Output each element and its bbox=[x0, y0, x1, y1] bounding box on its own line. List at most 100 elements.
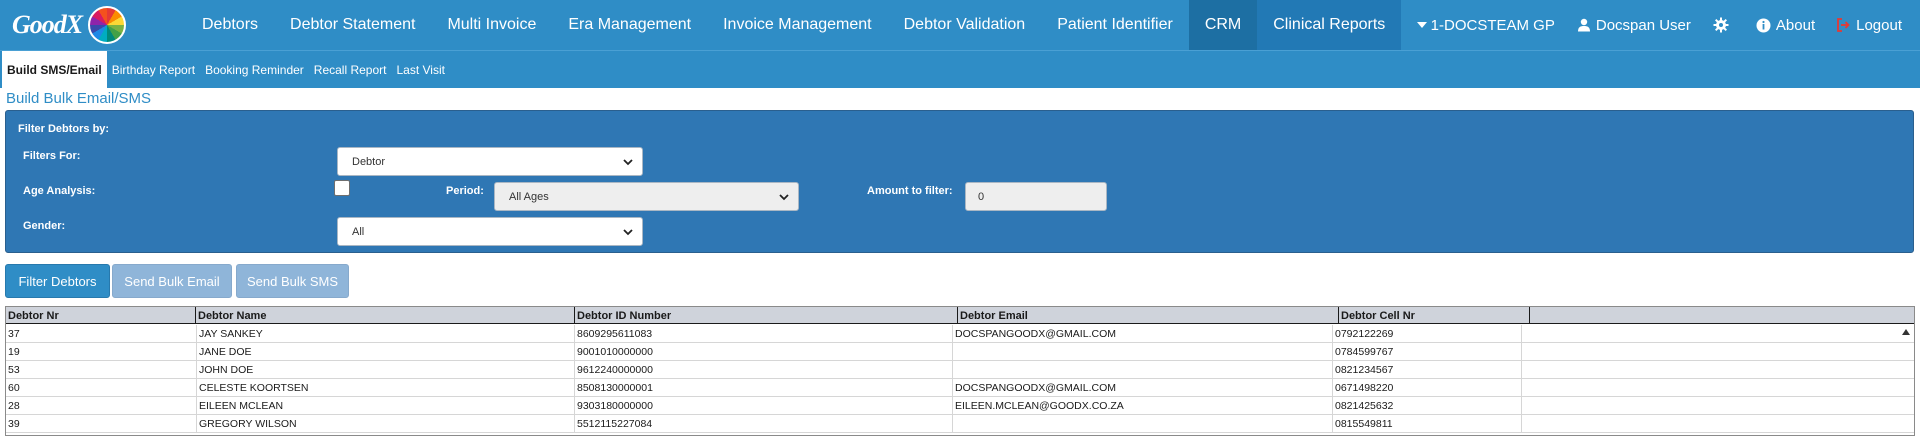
nav-right: 1-DOCSTEAM GP Docspan User About Logout bbox=[1406, 0, 1920, 50]
nav-debtor-statement[interactable]: Debtor Statement bbox=[274, 0, 431, 50]
nav-debtors[interactable]: Debtors bbox=[186, 0, 274, 50]
cell-debtor-id: 9612240000000 bbox=[575, 361, 953, 379]
nav-clinical-reports[interactable]: Clinical Reports bbox=[1257, 0, 1402, 50]
logout-icon bbox=[1837, 18, 1851, 32]
cell-debtor-name: JANE DOE bbox=[197, 343, 575, 361]
cell-debtor-cell: 0821234567 bbox=[1333, 361, 1522, 379]
cell-empty bbox=[1522, 343, 1914, 361]
table-row[interactable]: 39 GREGORY WILSON 5512115227084 08155498… bbox=[6, 415, 1914, 433]
filter-debtors-button[interactable]: Filter Debtors bbox=[5, 264, 110, 298]
page-title: Build Bulk Email/SMS bbox=[6, 90, 152, 107]
cell-debtor-nr: 37 bbox=[6, 325, 197, 343]
user-icon bbox=[1577, 18, 1591, 32]
cell-debtor-email: DOCSPANGOODX@GMAIL.COM bbox=[953, 379, 1333, 397]
cell-debtor-cell: 0671498220 bbox=[1333, 379, 1522, 397]
subnav-recall-report[interactable]: Recall Report bbox=[309, 51, 392, 88]
cell-debtor-nr: 28 bbox=[6, 397, 197, 415]
subnav-booking-reminder[interactable]: Booking Reminder bbox=[200, 51, 309, 88]
cell-debtor-cell: 0815549811 bbox=[1333, 415, 1522, 433]
cell-debtor-email: DOCSPANGOODX@GMAIL.COM bbox=[953, 325, 1333, 343]
cell-debtor-id: 9303180000000 bbox=[575, 397, 953, 415]
cell-debtor-id: 5512115227084 bbox=[575, 415, 953, 433]
table-row[interactable]: 53 JOHN DOE 9612240000000 0821234567 bbox=[6, 361, 1914, 379]
table-row[interactable]: 37 JAY SANKEY 8609295611083 DOCSPANGOODX… bbox=[6, 325, 1914, 343]
about-label: About bbox=[1775, 16, 1816, 34]
nav-invoice-management[interactable]: Invoice Management bbox=[707, 0, 888, 50]
subnav-last-visit[interactable]: Last Visit bbox=[391, 51, 449, 88]
cell-debtor-nr: 60 bbox=[6, 379, 197, 397]
col-debtor-name[interactable]: Debtor Name bbox=[196, 307, 575, 324]
cell-debtor-id: 9001010000000 bbox=[575, 343, 953, 361]
cell-empty bbox=[1522, 415, 1914, 433]
filters-for-label: Filters For: bbox=[23, 150, 81, 162]
gender-select[interactable]: All bbox=[337, 217, 643, 246]
cell-debtor-email bbox=[953, 361, 1333, 379]
cell-empty bbox=[1522, 397, 1914, 415]
cell-empty bbox=[1522, 361, 1914, 379]
practice-selector[interactable]: 1-DOCSTEAM GP bbox=[1406, 17, 1566, 34]
debtor-table: Debtor Nr Debtor Name Debtor ID Number D… bbox=[5, 306, 1915, 436]
subnav-build-sms-email[interactable]: Build SMS/Email bbox=[2, 51, 107, 88]
sub-navbar: Build SMS/Email Birthday Report Booking … bbox=[0, 50, 1920, 88]
logout-link[interactable]: Logout bbox=[1826, 17, 1920, 34]
cell-debtor-name: EILEEN MCLEAN bbox=[197, 397, 575, 415]
cell-debtor-cell: 0792122269 bbox=[1333, 325, 1522, 343]
cell-debtor-nr: 53 bbox=[6, 361, 197, 379]
cell-empty bbox=[1522, 325, 1914, 343]
main-nav: Debtors Debtor Statement Multi Invoice E… bbox=[186, 0, 1402, 50]
table-row[interactable]: 28 EILEEN MCLEAN 9303180000000 EILEEN.MC… bbox=[6, 397, 1914, 415]
nav-multi-invoice[interactable]: Multi Invoice bbox=[431, 0, 552, 50]
cell-debtor-email: EILEEN.MCLEAN@GOODX.CO.ZA bbox=[953, 397, 1333, 415]
filters-for-select[interactable]: Debtor bbox=[337, 147, 643, 176]
settings-button[interactable] bbox=[1702, 17, 1745, 33]
logout-label: Logout bbox=[1856, 16, 1902, 34]
col-debtor-email[interactable]: Debtor Email bbox=[958, 307, 1339, 324]
practice-name: 1-DOCSTEAM GP bbox=[1430, 16, 1555, 34]
period-value: All Ages bbox=[509, 190, 549, 203]
chevron-down-icon bbox=[622, 156, 634, 171]
table-body: 37 JAY SANKEY 8609295611083 DOCSPANGOODX… bbox=[6, 325, 1914, 433]
about-link[interactable]: About bbox=[1745, 17, 1826, 34]
cell-debtor-nr: 39 bbox=[6, 415, 197, 433]
info-icon bbox=[1756, 18, 1771, 33]
send-bulk-email-button[interactable]: Send Bulk Email bbox=[112, 264, 232, 298]
col-empty bbox=[1530, 307, 1914, 324]
cell-empty bbox=[1522, 379, 1914, 397]
gear-icon bbox=[1713, 17, 1729, 33]
scroll-up-arrow-icon[interactable] bbox=[1902, 329, 1910, 335]
age-analysis-label: Age Analysis: bbox=[23, 185, 96, 197]
nav-debtor-validation[interactable]: Debtor Validation bbox=[888, 0, 1042, 50]
user-name: Docspan User bbox=[1595, 16, 1691, 34]
amount-input[interactable]: 0 bbox=[965, 182, 1107, 211]
cell-debtor-cell: 0784599767 bbox=[1333, 343, 1522, 361]
cell-debtor-email bbox=[953, 343, 1333, 361]
col-debtor-nr[interactable]: Debtor Nr bbox=[6, 307, 196, 324]
logo-text: GoodX bbox=[12, 10, 83, 39]
send-bulk-sms-button[interactable]: Send Bulk SMS bbox=[236, 264, 349, 298]
col-debtor-id[interactable]: Debtor ID Number bbox=[575, 307, 958, 324]
cell-debtor-id: 8609295611083 bbox=[575, 325, 953, 343]
nav-crm[interactable]: CRM bbox=[1188, 0, 1258, 50]
table-row[interactable]: 19 JANE DOE 9001010000000 0784599767 bbox=[6, 343, 1914, 361]
table-row[interactable]: 60 CELESTE KOORTSEN 8508130000001 DOCSPA… bbox=[6, 379, 1914, 397]
cell-debtor-nr: 19 bbox=[6, 343, 197, 361]
period-select[interactable]: All Ages bbox=[494, 182, 799, 211]
caret-down-icon bbox=[1416, 22, 1427, 28]
cell-debtor-name: CELESTE KOORTSEN bbox=[197, 379, 575, 397]
amount-label: Amount to filter: bbox=[867, 185, 953, 197]
user-menu[interactable]: Docspan User bbox=[1566, 17, 1702, 34]
age-analysis-checkbox[interactable] bbox=[334, 180, 350, 196]
filter-panel: Filter Debtors by: Filters For: Debtor A… bbox=[5, 110, 1914, 253]
filter-heading: Filter Debtors by: bbox=[18, 123, 110, 135]
cell-debtor-name: JOHN DOE bbox=[197, 361, 575, 379]
goodx-logo[interactable]: GoodX bbox=[0, 0, 186, 50]
table-header: Debtor Nr Debtor Name Debtor ID Number D… bbox=[6, 307, 1914, 324]
subnav-birthday-report[interactable]: Birthday Report bbox=[107, 51, 200, 88]
chevron-down-icon bbox=[778, 191, 790, 206]
cell-debtor-name: JAY SANKEY bbox=[197, 325, 575, 343]
nav-era-management[interactable]: Era Management bbox=[552, 0, 707, 50]
cell-debtor-id: 8508130000001 bbox=[575, 379, 953, 397]
nav-patient-identifier[interactable]: Patient Identifier bbox=[1041, 0, 1189, 50]
col-debtor-cell[interactable]: Debtor Cell Nr bbox=[1339, 307, 1530, 324]
cell-debtor-email bbox=[953, 415, 1333, 433]
